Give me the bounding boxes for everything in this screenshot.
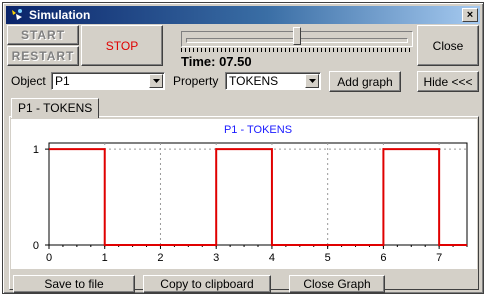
close-button[interactable]: Close — [417, 25, 479, 66]
restart-button[interactable]: RESTART — [7, 46, 79, 66]
y-tick-label: 1 — [33, 144, 39, 156]
chevron-down-icon[interactable] — [305, 74, 319, 88]
object-select[interactable]: P1 — [51, 72, 165, 90]
start-button[interactable]: START — [7, 25, 79, 45]
save-to-file-button[interactable]: Save to file — [13, 275, 135, 293]
time-readout: Time: 07.50 — [181, 54, 252, 69]
copy-to-clipboard-button[interactable]: Copy to clipboard — [143, 275, 271, 293]
close-graph-button[interactable]: Close Graph — [289, 275, 385, 293]
object-select-value: P1 — [55, 74, 70, 88]
time-prefix: Time: — [181, 54, 216, 69]
time-value: 07.50 — [219, 54, 252, 69]
plot-frame — [48, 142, 468, 246]
chevron-down-icon[interactable] — [149, 74, 163, 88]
x-tick-label: 2 — [157, 252, 163, 264]
stop-button[interactable]: STOP — [81, 25, 163, 66]
simulation-window: Simulation × START RESTART STOP Time: 07… — [2, 2, 484, 294]
window-close-icon[interactable]: × — [462, 8, 478, 22]
x-tick-label: 4 — [269, 252, 275, 264]
property-select-value: TOKENS — [229, 74, 279, 88]
chart-title: P1 - TOKENS — [224, 124, 292, 136]
object-label: Object — [11, 74, 46, 88]
property-select[interactable]: TOKENS — [225, 72, 321, 90]
hide-button[interactable]: Hide <<< — [417, 71, 479, 92]
title-bar[interactable]: Simulation × — [6, 6, 480, 24]
x-tick-label: 7 — [436, 252, 442, 264]
add-graph-button[interactable]: Add graph — [329, 71, 401, 92]
time-slider-ticks — [181, 48, 413, 52]
chart-area: P1 - TOKENS 0 1 2 3 4 5 6 7 0 1 — [11, 119, 477, 269]
x-tick-label: 3 — [213, 252, 219, 264]
simulation-app-icon — [12, 9, 22, 20]
tab-p1-tokens[interactable]: P1 - TOKENS — [11, 98, 100, 118]
property-label: Property — [173, 74, 219, 88]
x-tick-label: 1 — [102, 252, 108, 264]
tokens-series-line — [49, 148, 467, 246]
x-tick-label: 5 — [325, 252, 331, 264]
x-tick-label: 0 — [46, 252, 52, 264]
y-tick-label: 0 — [33, 240, 39, 252]
time-slider-thumb[interactable] — [293, 27, 301, 45]
window-title: Simulation — [29, 8, 91, 22]
tokens-chart: P1 - TOKENS 0 1 2 3 4 5 6 7 0 1 — [33, 124, 468, 264]
x-tick-label: 6 — [380, 252, 386, 264]
